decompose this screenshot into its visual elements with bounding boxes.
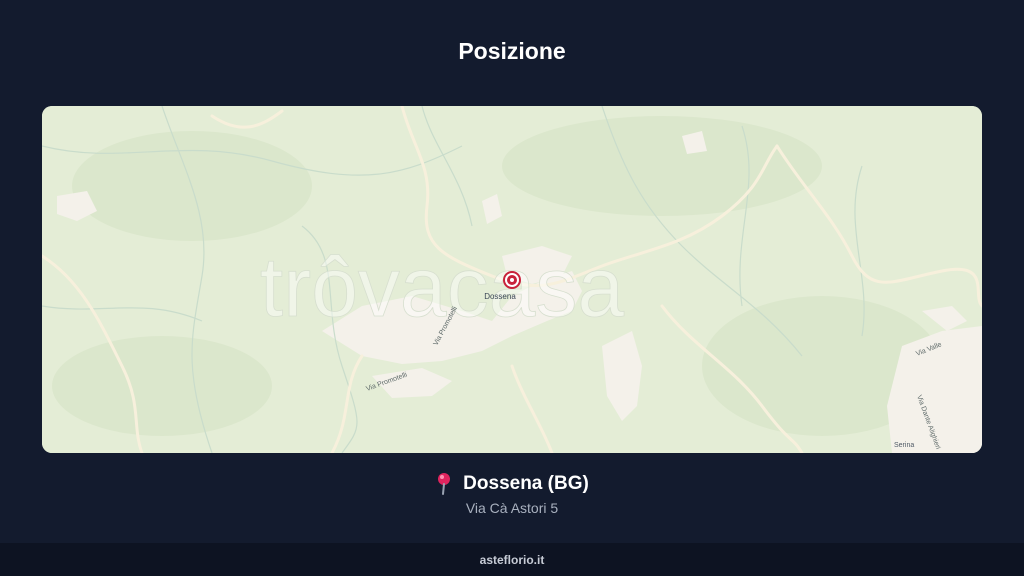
- round-pushpin-icon: [435, 472, 455, 496]
- footer-site[interactable]: asteflorio.it: [480, 553, 545, 567]
- map-watermark: trôvacasa: [260, 240, 624, 334]
- footer: asteflorio.it: [0, 543, 1024, 576]
- marker-label: Dossena: [484, 292, 516, 301]
- town-label: Serina: [894, 442, 914, 449]
- page-title: Posizione: [458, 38, 566, 64]
- map-canvas[interactable]: trôvacasa Via Promotelli Via Promotelli …: [42, 106, 982, 453]
- map-marker-icon[interactable]: [503, 271, 521, 289]
- map[interactable]: trôvacasa Via Promotelli Via Promotelli …: [42, 106, 982, 453]
- location-name: Dossena (BG): [463, 473, 589, 494]
- address: Via Cà Astori 5: [465, 500, 559, 516]
- location-heading: Dossena (BG): [0, 472, 1024, 496]
